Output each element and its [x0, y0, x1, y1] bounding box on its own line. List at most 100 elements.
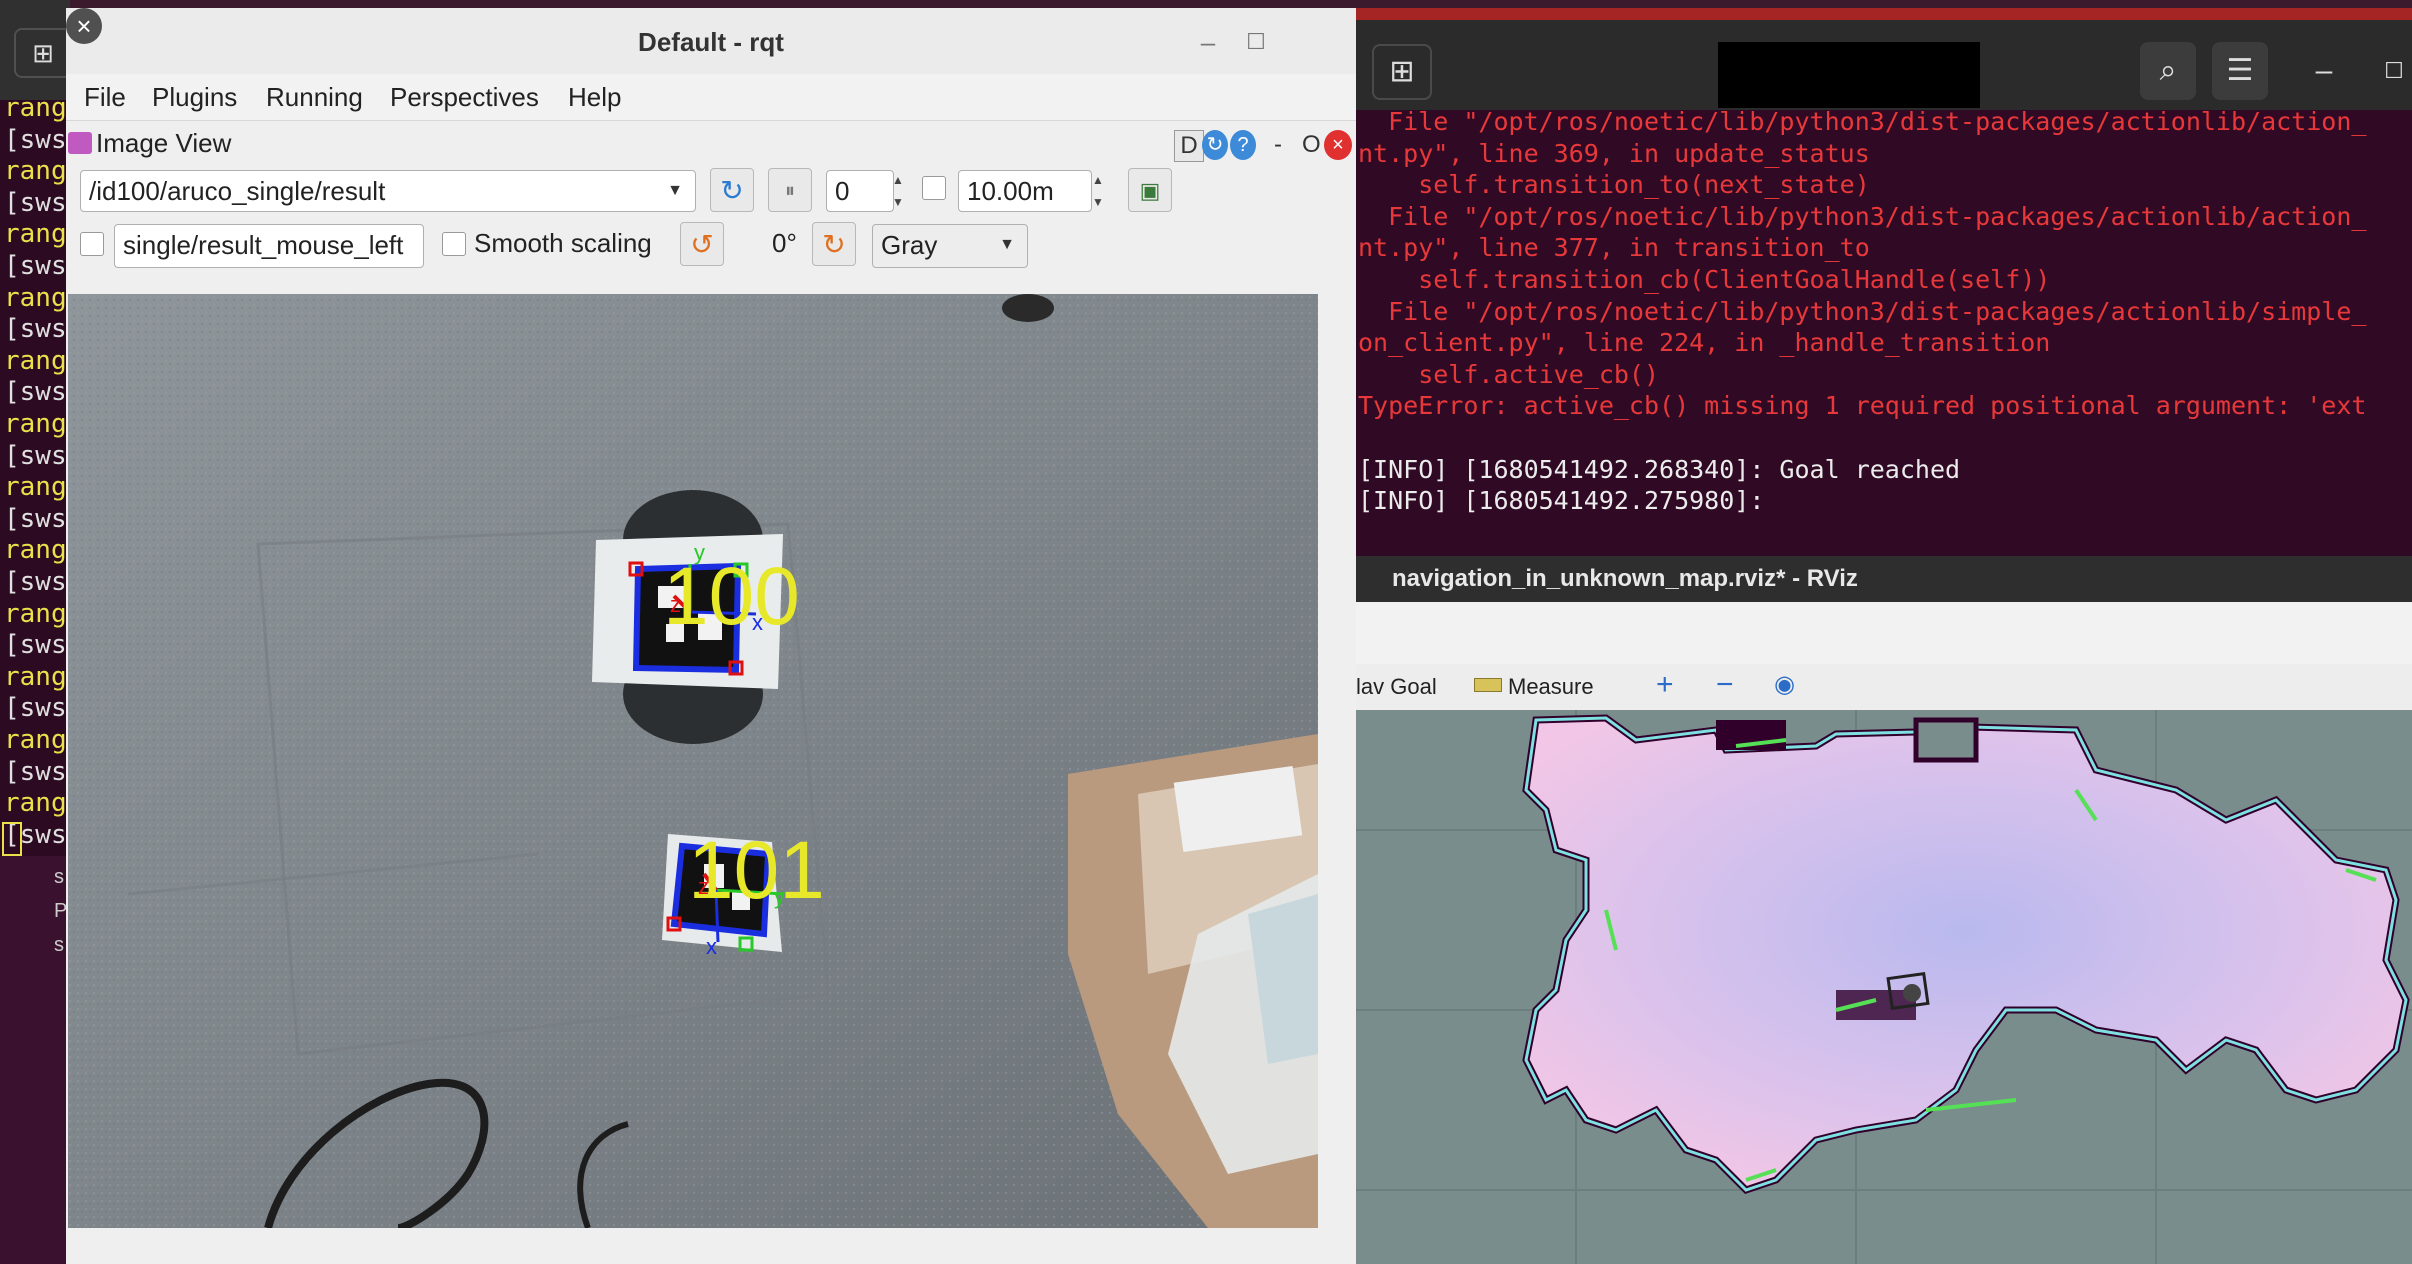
terminal-line: [sws [4, 630, 67, 661]
left-terminal-window[interactable]: ⊞ rang [sws rang [sws rang [sws rang [sws rang [s… [0, 0, 70, 1264]
menubar: File Plugins Running Perspectives Help [66, 74, 1356, 121]
rotate-right-icon[interactable]: ↻ [812, 222, 856, 266]
range-down-icon[interactable]: ▼ [1088, 192, 1108, 212]
plugin-close-icon[interactable]: × [1324, 130, 1352, 160]
terminal-line: rang [4, 472, 67, 503]
svg-text:z: z [698, 874, 709, 899]
rqt-window[interactable]: Default - rqt – ☐ × File Plugins Running… [66, 8, 1356, 1264]
terminal-output: File "/opt/ros/noetic/lib/python3/dist-p… [1356, 106, 2412, 556]
terminal-line: [INFO] [1680541492.268340]: Goal reached [1358, 454, 1961, 484]
terminal-line: nt.py", line 377, in transition_to [1358, 233, 1870, 263]
new-tab-icon[interactable]: ⊞ [1372, 44, 1432, 100]
terminal-line: rang [4, 345, 67, 376]
terminal-line: rang [4, 535, 67, 566]
svg-text:x: x [752, 610, 763, 635]
range-checkbox[interactable] [922, 176, 946, 200]
topic-select[interactable]: /id100/aruco_single/result ▼ [80, 170, 696, 212]
terminal-line: [sws [4, 377, 67, 408]
measure-tool[interactable]: Measure [1508, 674, 1594, 700]
terminal-line: [sws [4, 693, 67, 724]
maximize-icon[interactable]: ☐ [2366, 42, 2412, 100]
new-tab-icon[interactable]: ⊞ [14, 28, 70, 78]
terminal-line: TypeError: active_cb() missing 1 require… [1358, 391, 2367, 421]
menu-plugins[interactable]: Plugins [152, 80, 237, 114]
rviz-window[interactable]: navigation_in_unknown_map.rviz* - RViz l… [1356, 556, 2412, 1264]
maximize-icon[interactable]: ☐ [1238, 24, 1274, 60]
terminal-line: self.active_cb() [1358, 359, 1660, 389]
terminal-line: [sws [4, 756, 67, 787]
camera-image: 100 y z x 101 z y x [68, 294, 1318, 1228]
terminal-line: [sws [4, 440, 67, 471]
chevron-down-icon: ▼ [999, 236, 1015, 253]
max-range-spinbox[interactable]: 10.00m [958, 170, 1092, 212]
terminal-line: rang [4, 725, 67, 755]
rate-value: 0 [835, 176, 850, 206]
reload-plugin-icon[interactable]: ↻ [1202, 130, 1228, 160]
camera-image-view[interactable]: 100 y z x 101 z y x [68, 294, 1318, 1228]
smooth-scaling-label: Smooth scaling [474, 228, 652, 258]
image-view-plugin-icon [68, 132, 92, 154]
terminal-line: [sws [4, 567, 67, 597]
rate-spinbox[interactable]: 0 [826, 170, 894, 212]
rviz-toolbar [1356, 602, 2412, 664]
rviz-tool-row: lav Goal Measure + − ◉ [1356, 664, 2412, 711]
publish-click-checkbox[interactable] [80, 232, 104, 256]
color-scheme-select[interactable]: Gray ▼ [872, 224, 1028, 268]
terminal-cursor [2, 822, 22, 856]
mouse-topic-input[interactable]: single/result_mouse_left [114, 224, 424, 268]
max-range-value: 10.00m [967, 176, 1054, 206]
svg-text:y: y [774, 884, 785, 909]
topic-value: /id100/aruco_single/result [89, 176, 386, 206]
smooth-scaling-checkbox[interactable] [442, 232, 466, 256]
minimize-icon[interactable]: – [1190, 24, 1226, 60]
marker-101-label: 101 [688, 825, 825, 916]
menu-perspectives[interactable]: Perspectives [390, 80, 539, 114]
left-terminal-header: ⊞ [0, 0, 70, 100]
occupancy-map-view[interactable] [1356, 710, 2412, 1264]
rviz-title: navigation_in_unknown_map.rviz* - RViz [1392, 565, 1858, 592]
chevron-down-icon: ▼ [667, 182, 683, 199]
svg-text:z: z [670, 592, 681, 617]
terminal-header[interactable]: ⊞ ⌕ ☰ – ☐ [1356, 20, 2412, 110]
plugin-options-button[interactable]: O [1302, 130, 1321, 160]
plugin-header: Image View D ↻ ? - O × [66, 120, 1356, 172]
terminal-line: [sws [4, 124, 67, 155]
pause-icon[interactable]: ⏸ [768, 168, 812, 212]
plugin-minimize-button[interactable]: - [1274, 130, 1282, 160]
terminal-line: nt.py", line 369, in update_status [1358, 138, 1870, 168]
terminal-line: [INFO] [1680541492.275980]: [1358, 486, 1765, 516]
terminal-line: File "/opt/ros/noetic/lib/python3/dist-p… [1358, 201, 2367, 231]
rotate-left-icon[interactable]: ↺ [680, 222, 724, 266]
help-icon[interactable]: ? [1230, 130, 1256, 160]
svg-text:y: y [694, 540, 705, 565]
refresh-topics-icon[interactable]: ↻ [710, 168, 754, 212]
search-icon[interactable]: ⌕ [2140, 42, 2196, 100]
left-terminal-lower-pane[interactable]: s P s [0, 856, 70, 1264]
rviz-titlebar[interactable]: navigation_in_unknown_map.rviz* - RViz [1356, 556, 2412, 602]
redacted-title-box [1718, 42, 1980, 108]
menu-running[interactable]: Running [266, 80, 363, 114]
marker-100-label: 100 [663, 551, 800, 642]
add-tool-icon[interactable]: + [1656, 668, 1674, 702]
rqt-titlebar[interactable]: Default - rqt – ☐ × [66, 8, 1356, 74]
terminal-line: rang [4, 156, 67, 187]
terminal-line: rang [4, 788, 67, 819]
menu-file[interactable]: File [84, 80, 126, 114]
rotation-label: 0° [772, 228, 797, 258]
eye-icon[interactable]: ◉ [1774, 670, 1795, 699]
dock-button[interactable]: D [1174, 130, 1204, 162]
minimize-icon[interactable]: – [2296, 42, 2352, 100]
terminal-window[interactable]: ⊞ ⌕ ☰ – ☐ File "/opt/ros/noetic/lib/pyth… [1356, 8, 2412, 556]
hamburger-menu-icon[interactable]: ☰ [2212, 42, 2268, 100]
rate-up-icon[interactable]: ▲ [888, 170, 908, 190]
range-up-icon[interactable]: ▲ [1088, 170, 1108, 190]
menu-help[interactable]: Help [568, 80, 621, 114]
terminal-line: [sws [4, 187, 67, 218]
remove-tool-icon[interactable]: − [1716, 668, 1734, 702]
rate-down-icon[interactable]: ▼ [888, 192, 908, 212]
lower-text-1: s [54, 866, 64, 888]
save-image-icon[interactable]: ▣ [1128, 168, 1172, 212]
nav-goal-tool[interactable]: lav Goal [1356, 674, 1437, 700]
plugin-title: Image View [96, 128, 232, 158]
lower-text-3: s [54, 934, 64, 956]
